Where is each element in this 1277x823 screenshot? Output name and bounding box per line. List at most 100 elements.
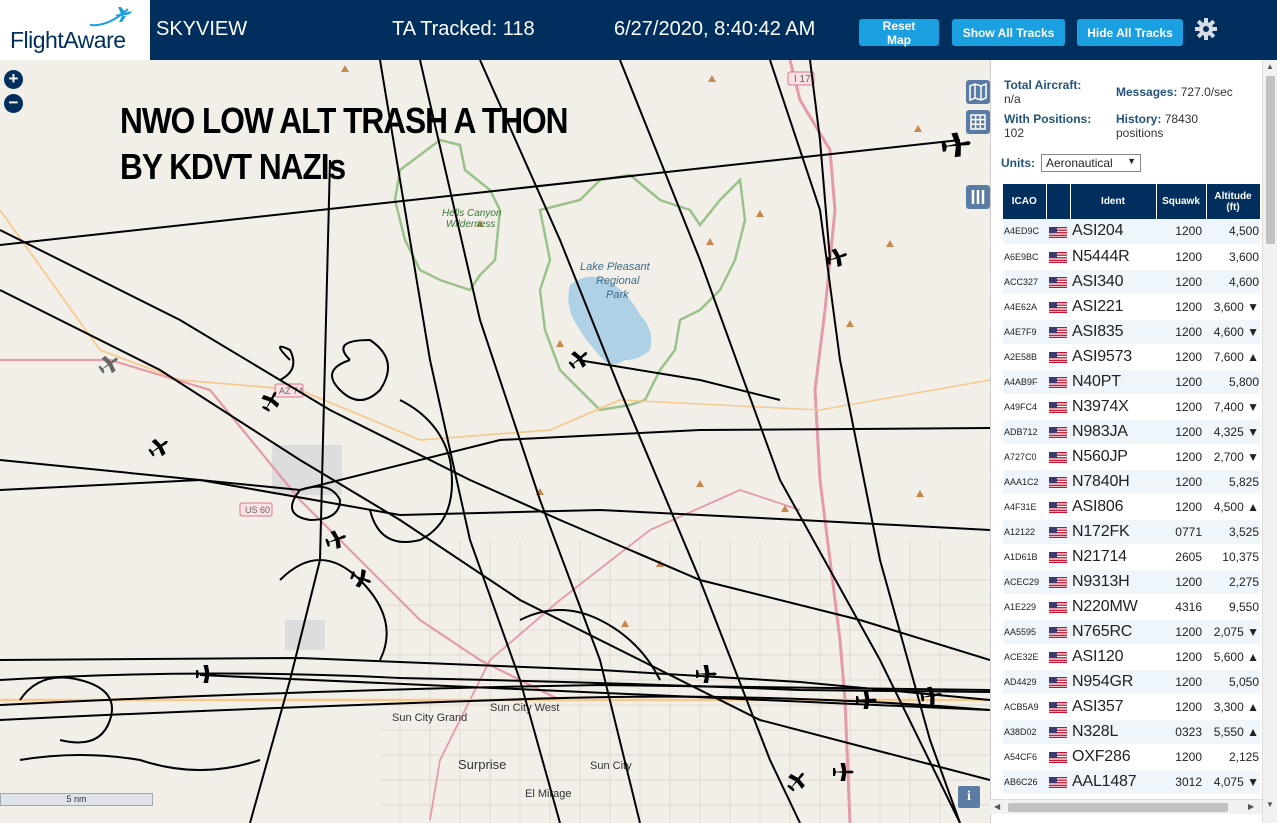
horizontal-scrollbar[interactable]: ◀ ▶ [990,799,1262,814]
row-squawk: 1200 [1156,269,1206,295]
total-aircraft-value: n/a [1004,92,1021,106]
table-row[interactable]: A4AB9F N40PT 1200 5,800 [1003,369,1260,395]
col-ident[interactable]: Ident [1070,184,1157,219]
us-flag-icon [1046,644,1070,670]
table-row[interactable]: A6E9BC N5444R 1200 3,600 [1003,244,1260,270]
table-row[interactable]: A12122 N172FK 0771 3,525 [1003,519,1260,545]
row-icao: A1D61B [1003,544,1046,570]
table-row[interactable]: ACE32E ASI120 1200 5,600 ▲ [1003,644,1260,670]
table-row[interactable]: AAA1C2 N7840H 1200 5,825 [1003,469,1260,495]
industrial-area-2 [285,620,325,650]
park-label: Park [606,289,629,301]
row-altitude: 4,600 [1206,269,1260,295]
table-row[interactable]: ADB712 N983JA 1200 4,325 ▼ [1003,419,1260,445]
row-squawk: 1200 [1156,694,1206,720]
table-row[interactable]: A1E229 N220MW 4316 9,550 [1003,594,1260,620]
scroll-down-icon[interactable]: ▼ [1266,800,1274,809]
zoom-out-button[interactable]: − [4,94,23,113]
us-flag-icon [1046,519,1070,545]
units-select[interactable]: Aeronautical ▼ [1041,154,1141,172]
map-icon [969,82,987,102]
table-row[interactable]: A4F31E ASI806 1200 4,500 ▲ [1003,494,1260,520]
row-icao: ACB5A9 [1003,694,1046,720]
row-icao: A727C0 [1003,444,1046,470]
column-toggle-button[interactable] [966,185,990,209]
table-row[interactable]: A4E7F9 ASI835 1200 4,600 ▼ [1003,319,1260,345]
horizontal-scroll-thumb[interactable] [1008,803,1228,812]
zoom-in-button[interactable]: + [4,70,23,89]
positions-label: With Positions: [1004,112,1092,126]
col-altitude[interactable]: Altitude (ft) [1206,184,1260,219]
units-label: Units: [1001,156,1035,170]
us-flag-icon [1046,569,1070,595]
col-icao[interactable]: ICAO [1003,184,1047,219]
overlay-title: NWO LOW ALT TRASH A THON BY KDVT NAZIs [120,98,568,190]
skyview-app: FlightAware SKYVIEW TA Tracked: 118 6/27… [0,0,1277,823]
history-stat: History: 78430 positions [1116,112,1198,140]
map-area[interactable]: I 17 AZ 74 US 60 Hells Canyon Wilderness… [0,60,990,823]
table-row[interactable]: A49FC4 N3974X 1200 7,400 ▼ [1003,394,1260,420]
row-squawk: 1200 [1156,369,1206,395]
row-altitude: 5,825 [1206,469,1260,495]
us-flag-icon [1046,369,1070,395]
hide-all-tracks-button[interactable]: Hide All Tracks [1077,19,1183,46]
row-altitude: 9,550 [1206,594,1260,620]
row-ident: N983JA [1070,419,1156,445]
el-mirage-label: El Mirage [525,788,571,800]
units-value: Aeronautical [1046,156,1113,170]
table-row[interactable]: AA5595 N765RC 1200 2,075 ▼ [1003,619,1260,645]
table-row[interactable]: AB6C26 AAL1487 3012 4,075 ▼ [1003,769,1260,795]
table-row[interactable]: ACB5A9 ASI357 1200 3,300 ▲ [1003,694,1260,720]
map-layers-button[interactable] [966,80,990,104]
row-altitude: 7,600 ▲ [1206,344,1260,370]
row-icao: A4E7F9 [1003,319,1046,345]
info-icon[interactable]: i [958,786,980,808]
vertical-scrollbar[interactable]: ▲ ▼ [1262,60,1277,823]
row-altitude: 5,050 [1206,669,1260,695]
table-row[interactable]: ACEC29 N9313H 1200 2,275 [1003,569,1260,595]
col-squawk[interactable]: Squawk [1156,184,1207,219]
regional-label: Regional [596,275,640,287]
row-ident: N9313H [1070,569,1156,595]
table-row[interactable]: A38D02 N328L 0323 5,550 ▲ [1003,719,1260,745]
current-datetime: 6/27/2020, 8:40:42 AM [614,18,816,40]
table-row[interactable]: A4ED9C ASI204 1200 4,500 [1003,219,1260,245]
row-squawk: 1200 [1156,394,1206,420]
us-flag-icon [1046,244,1070,270]
sun-city-grand-label: Sun City Grand [392,712,467,724]
table-row[interactable]: A4E62A ASI221 1200 3,600 ▼ [1003,294,1260,320]
row-ident: N7840H [1070,469,1156,495]
aircraft-table-container[interactable]: ICAO Ident Squawk Altitude (ft) A4ED9C AS… [1003,184,1260,802]
grid-overlay-button[interactable] [966,110,990,134]
vertical-scroll-thumb[interactable] [1266,76,1275,244]
wilderness-label: Wilderness [446,219,495,230]
us-flag-icon [1046,719,1070,745]
scroll-right-icon[interactable]: ▶ [1248,802,1254,811]
us-flag-icon [1046,694,1070,720]
us-flag-icon [1046,344,1070,370]
col-flag[interactable] [1046,184,1071,219]
row-ident: ASI221 [1070,294,1156,320]
row-squawk: 1200 [1156,469,1206,495]
table-row[interactable]: A727C0 N560JP 1200 2,700 ▼ [1003,444,1260,470]
gear-icon[interactable] [1194,17,1218,41]
table-row[interactable]: AD4429 N954GR 1200 5,050 [1003,669,1260,695]
flightaware-logo[interactable]: FlightAware [0,0,150,60]
scroll-up-icon[interactable]: ▲ [1266,62,1274,71]
table-row[interactable]: ACC327 ASI340 1200 4,600 [1003,269,1260,295]
scroll-left-icon[interactable]: ◀ [994,802,1000,811]
aircraft-table: ICAO Ident Squawk Altitude (ft) A4ED9C AS… [1003,184,1260,795]
sun-city-west-label: Sun City West [490,702,560,714]
row-icao: A54CF6 [1003,744,1046,770]
row-icao: AB6C26 [1003,769,1046,795]
row-squawk: 3012 [1156,769,1206,795]
row-ident: ASI9573 [1070,344,1156,370]
table-row[interactable]: A2E58B ASI9573 1200 7,600 ▲ [1003,344,1260,370]
overlay-title-line2: BY KDVT NAZIs [120,146,346,187]
messages-stat: Messages: 727.0/sec [1116,85,1233,99]
table-row[interactable]: A54CF6 OXF286 1200 2,125 [1003,744,1260,770]
show-all-tracks-button[interactable]: Show All Tracks [952,19,1065,46]
row-squawk: 1200 [1156,669,1206,695]
table-row[interactable]: A1D61B N21714 2605 10,375 [1003,544,1260,570]
reset-map-button[interactable]: Reset Map [859,19,939,47]
